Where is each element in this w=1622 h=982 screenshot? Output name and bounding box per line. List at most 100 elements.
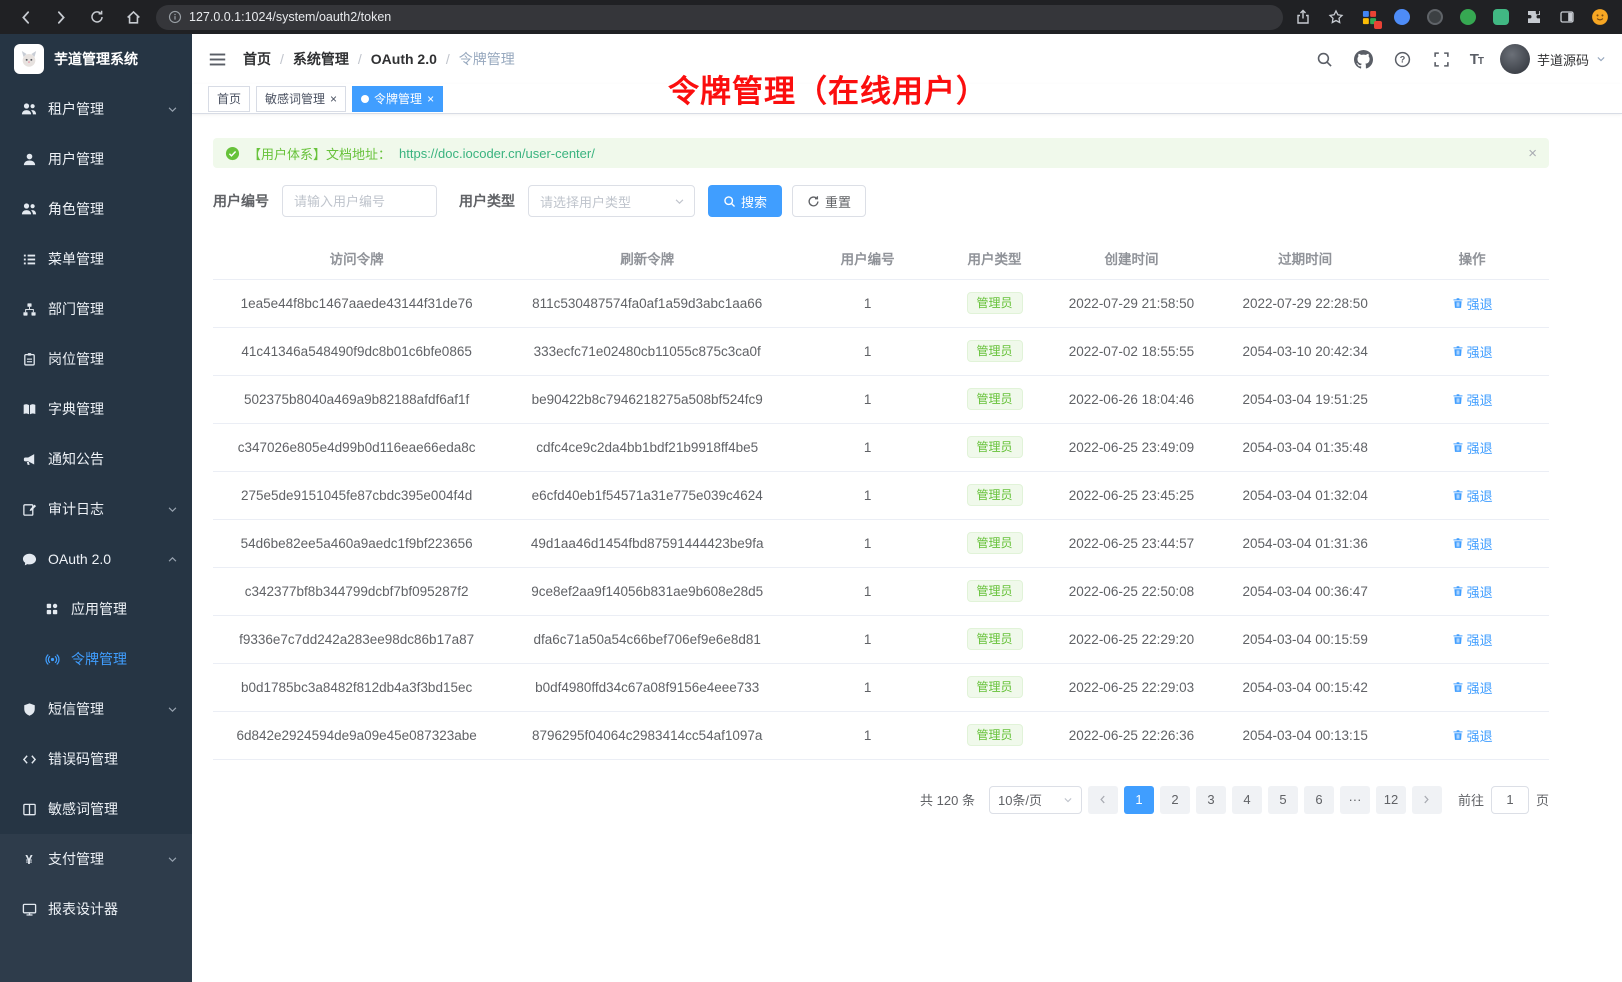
user-type-tag: 管理员 [967, 628, 1023, 650]
force-logout-button[interactable]: 强退 [1452, 582, 1493, 601]
page-button-4[interactable]: 4 [1232, 786, 1262, 814]
fullscreen-icon[interactable] [1431, 48, 1453, 70]
side-panel-icon[interactable] [1557, 7, 1577, 27]
browser-back-button[interactable] [12, 4, 38, 30]
user-id-cell: 1 [794, 471, 941, 519]
page-size-value: 10条/页 [998, 790, 1042, 809]
sidebar-item-audit-log[interactable]: 审计日志 [0, 484, 192, 534]
browser-profile-avatar[interactable] [1590, 7, 1610, 27]
sidebar-item-notice[interactable]: 通知公告 [0, 434, 192, 484]
breadcrumb-current: 令牌管理 [459, 49, 515, 69]
breadcrumb-home[interactable]: 首页 [243, 49, 271, 69]
goto-page-input[interactable] [1491, 786, 1529, 814]
monitor-icon [21, 901, 37, 917]
user-type-cell: 管理员 [941, 471, 1048, 519]
sidebar-item-menu[interactable]: 菜单管理 [0, 234, 192, 284]
sidebar-item-dept[interactable]: 部门管理 [0, 284, 192, 334]
user-type-cell: 管理员 [941, 327, 1048, 375]
extension-blue-icon[interactable] [1392, 7, 1412, 27]
close-icon[interactable]: × [330, 93, 337, 105]
sidebar-item-label: 短信管理 [48, 699, 104, 719]
force-logout-button[interactable]: 强退 [1452, 342, 1493, 361]
sidebar-item-pay[interactable]: ¥ 支付管理 [0, 834, 192, 884]
app-title: 芋道管理系统 [54, 49, 138, 69]
user-id-cell: 1 [794, 423, 941, 471]
sidebar-item-label: 菜单管理 [48, 249, 104, 269]
help-icon[interactable]: ? [1392, 48, 1414, 70]
extension-dark-icon[interactable] [1425, 7, 1445, 27]
refresh-token-cell: 8796295f04064c2983414cc54af1097a [500, 711, 794, 759]
sidebar-item-label: 审计日志 [48, 499, 104, 519]
more-pages-button[interactable]: ··· [1340, 786, 1370, 814]
action-cell: 强退 [1395, 471, 1549, 519]
force-logout-button[interactable]: 强退 [1452, 438, 1493, 457]
force-logout-button[interactable]: 强退 [1452, 294, 1493, 313]
sidebar-item-dict[interactable]: 字典管理 [0, 384, 192, 434]
site-info-icon[interactable] [168, 10, 182, 24]
close-icon[interactable]: × [427, 93, 434, 105]
doc-link[interactable]: https://doc.iocoder.cn/user-center/ [399, 146, 595, 161]
search-icon[interactable] [1314, 48, 1336, 70]
breadcrumb-oauth2[interactable]: OAuth 2.0 [371, 51, 437, 67]
force-logout-button[interactable]: 强退 [1452, 390, 1493, 409]
table-row: 41c41346a548490f9dc8b01c6bfe0865 333ecfc… [213, 327, 1549, 375]
sidebar-item-sensitive-word[interactable]: 敏感词管理 [0, 784, 192, 834]
sidebar-item-role[interactable]: 角色管理 [0, 184, 192, 234]
tab-sensitive-word[interactable]: 敏感词管理× [256, 86, 346, 112]
extension-badge [1374, 21, 1382, 29]
search-button[interactable]: 搜索 [708, 185, 782, 217]
page-button-3[interactable]: 3 [1196, 786, 1226, 814]
force-logout-button[interactable]: 强退 [1452, 678, 1493, 697]
sidebar-item-oauth2-token[interactable]: 令牌管理 [0, 634, 192, 684]
sidebar-item-oauth2-app[interactable]: 应用管理 [0, 584, 192, 634]
page-size-select[interactable]: 10条/页 [989, 786, 1082, 814]
address-bar[interactable]: 127.0.0.1:1024/system/oauth2/token [156, 5, 1283, 30]
browser-forward-button[interactable] [48, 4, 74, 30]
bookmark-star-icon[interactable] [1326, 7, 1346, 27]
breadcrumb-system[interactable]: 系统管理 [293, 49, 349, 69]
github-icon[interactable] [1353, 48, 1375, 70]
sidebar-item-post[interactable]: 岗位管理 [0, 334, 192, 384]
force-logout-button[interactable]: 强退 [1452, 630, 1493, 649]
user-type-tag: 管理员 [967, 292, 1023, 314]
page-button-1[interactable]: 1 [1124, 786, 1154, 814]
user-avatar [1500, 44, 1530, 74]
user-menu[interactable]: 芋道源码 [1500, 44, 1606, 74]
extension-grid-icon[interactable] [1359, 7, 1379, 27]
extensions-puzzle-icon[interactable] [1524, 7, 1544, 27]
page-button-2[interactable]: 2 [1160, 786, 1190, 814]
page-button-5[interactable]: 5 [1268, 786, 1298, 814]
user-id-input[interactable] [282, 185, 437, 217]
sidebar-item-report-designer[interactable]: 报表设计器 [0, 884, 192, 934]
font-size-icon[interactable]: TT [1470, 51, 1483, 68]
extension-vue-icon[interactable] [1491, 7, 1511, 27]
force-logout-button[interactable]: 强退 [1452, 534, 1493, 553]
tab-token[interactable]: 令牌管理× [352, 86, 443, 112]
browser-home-button[interactable] [120, 4, 146, 30]
sidebar-item-sms[interactable]: 短信管理 [0, 684, 192, 734]
next-page-button[interactable] [1412, 786, 1442, 814]
page-button-12[interactable]: 12 [1376, 786, 1406, 814]
extension-green-icon[interactable] [1458, 7, 1478, 27]
share-icon[interactable] [1293, 7, 1313, 27]
reset-button[interactable]: 重置 [792, 185, 866, 217]
sidebar-item-user[interactable]: 用户管理 [0, 134, 192, 184]
force-logout-button[interactable]: 强退 [1452, 486, 1493, 505]
user-type-select[interactable]: 请选择用户类型 [528, 185, 695, 217]
doc-alert: 【用户体系】文档地址： https://doc.iocoder.cn/user-… [213, 138, 1549, 168]
chevron-up-icon [167, 554, 178, 565]
browser-refresh-button[interactable] [84, 4, 110, 30]
sidebar-item-tenant[interactable]: 租户管理 [0, 84, 192, 134]
sidebar-item-oauth2[interactable]: OAuth 2.0 [0, 534, 192, 584]
user-id-label: 用户编号 [213, 191, 269, 211]
hamburger-icon[interactable] [208, 50, 227, 69]
access-token-cell: c347026e805e4d99b0d116eae66eda8c [213, 423, 500, 471]
page-button-6[interactable]: 6 [1304, 786, 1334, 814]
sidebar-item-error-code[interactable]: 错误码管理 [0, 734, 192, 784]
user-id-cell: 1 [794, 615, 941, 663]
force-logout-button[interactable]: 强退 [1452, 726, 1493, 745]
tab-home[interactable]: 首页 [208, 86, 250, 112]
alert-close-icon[interactable]: × [1528, 145, 1537, 162]
token-table: 访问令牌 刷新令牌 用户编号 用户类型 创建时间 过期时间 操作 1ea5e44… [213, 237, 1549, 760]
prev-page-button[interactable] [1088, 786, 1118, 814]
